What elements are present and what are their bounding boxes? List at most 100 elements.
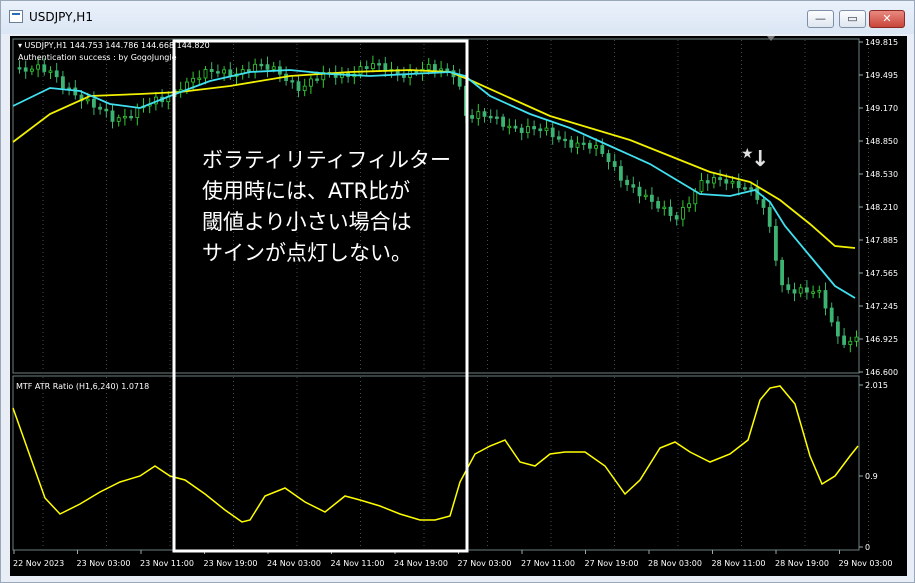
candle-body (650, 194, 654, 202)
candle-body (526, 126, 530, 133)
candle-body (743, 187, 747, 190)
candle-body (197, 77, 202, 80)
candle-body (61, 76, 65, 89)
y-tick-label: 2.015 (865, 381, 888, 390)
candle-body (209, 69, 214, 73)
chart-canvas[interactable]: 149.815 149.495 149.170 148.850 148.530 148.2… (10, 36, 907, 576)
candle-body (805, 287, 809, 293)
candle-body (829, 307, 834, 323)
candle-body (606, 153, 611, 162)
candle-body (98, 106, 102, 110)
minimize-button[interactable]: — (807, 10, 834, 28)
candle-body (792, 289, 797, 294)
y-tick-label: 149.170 (865, 104, 898, 113)
candle-body (432, 64, 437, 71)
y-tick-label: 148.530 (865, 170, 898, 179)
x-tick-label: 24 Nov 03:00 (267, 559, 321, 568)
candle-body (712, 177, 716, 184)
candle-body (674, 215, 679, 220)
atr-ratio-line (12, 385, 859, 523)
candle-body (798, 287, 803, 294)
candles (17, 55, 859, 353)
candle-body (569, 139, 574, 148)
candle-body (631, 184, 636, 188)
candle-body (222, 69, 227, 74)
y-tick-label: 0.9 (865, 472, 878, 481)
price-panel-frame (12, 38, 860, 374)
chart-window-icon (9, 10, 23, 23)
candle-body (191, 77, 196, 83)
y-tick-label: 146.925 (865, 335, 898, 344)
candle-body (488, 115, 493, 119)
candle-body (668, 206, 673, 216)
sell-arrow-icon: ↓ (751, 147, 769, 172)
x-tick-label: 28 Nov 11:00 (712, 559, 766, 568)
candle-body (854, 336, 859, 342)
candle-body (581, 142, 586, 145)
candle-body (92, 98, 96, 108)
x-tick-label: 22 Nov 2023 (13, 559, 64, 568)
candle-body (519, 127, 524, 133)
candle-body (123, 115, 127, 119)
x-axis: 22 Nov 2023 23 Nov 03:00 23 Nov 11:00 23 No… (13, 550, 892, 568)
maximize-button[interactable]: ▭ (839, 10, 866, 28)
candle-body (23, 67, 28, 72)
candle-body (538, 128, 543, 132)
atr-line (12, 385, 859, 523)
candle-body (637, 186, 642, 197)
candle-body (476, 111, 481, 119)
candle-body (358, 66, 363, 75)
x-tick-label: 27 Nov 11:00 (521, 559, 575, 568)
candle-body (817, 290, 822, 293)
candle-body (364, 66, 369, 69)
x-tick-label: 23 Nov 11:00 (140, 559, 194, 568)
candle-body (110, 110, 115, 122)
candle-body (836, 321, 840, 337)
candle-body (724, 179, 729, 184)
x-tick-label: 24 Nov 19:00 (394, 559, 448, 568)
grid (42, 40, 869, 549)
indicator-label: MTF ATR Ratio (H1,6,240) 1.0718 (16, 382, 149, 391)
candle-body (315, 78, 320, 81)
annotation-line: ボラティリティフィルター (202, 148, 451, 172)
candle-body (253, 63, 258, 72)
candle-body (600, 145, 605, 154)
candle-body (736, 181, 741, 189)
candle-body (699, 180, 704, 192)
candle-body (557, 136, 561, 140)
candle-body (48, 70, 53, 73)
candle-body (17, 67, 22, 70)
candle-body (36, 64, 41, 70)
candle-body (730, 181, 735, 184)
candle-body (532, 126, 536, 130)
y-tick-label: 148.210 (865, 203, 898, 212)
annotation-box (172, 39, 469, 553)
candle-body (823, 290, 828, 309)
candle-body (594, 145, 598, 149)
candle-body (377, 63, 382, 66)
chart-window: USDJPY,H1 — ▭ ✕ 149.815 149.495 149.170 148… (0, 0, 915, 583)
candle-body (563, 138, 567, 142)
candle-body (271, 66, 276, 70)
candle-body (296, 81, 301, 91)
candle-body (513, 125, 518, 129)
y-tick-label: 148.850 (865, 137, 898, 146)
chart-area[interactable]: 149.815 149.495 149.170 148.850 148.530 148.2… (10, 36, 907, 576)
candle-body (662, 206, 667, 210)
candle-body (501, 116, 506, 127)
annotation-line: 使用時には、ATR比が (202, 179, 410, 203)
y-tick-label: 149.815 (865, 38, 898, 47)
y-tick-label: 147.245 (865, 302, 898, 311)
candle-body (625, 179, 629, 186)
close-button[interactable]: ✕ (869, 10, 905, 28)
candle-body (786, 284, 791, 291)
candle-body (507, 125, 512, 129)
candle-body (761, 199, 766, 208)
candle-body (575, 142, 580, 148)
candle-body (302, 85, 307, 91)
candle-body (656, 201, 660, 209)
candle-body (129, 115, 133, 119)
title-bar[interactable]: USDJPY,H1 — ▭ ✕ (1, 1, 914, 34)
candle-body (705, 180, 710, 184)
x-tick-label: 28 Nov 19:00 (775, 559, 829, 568)
